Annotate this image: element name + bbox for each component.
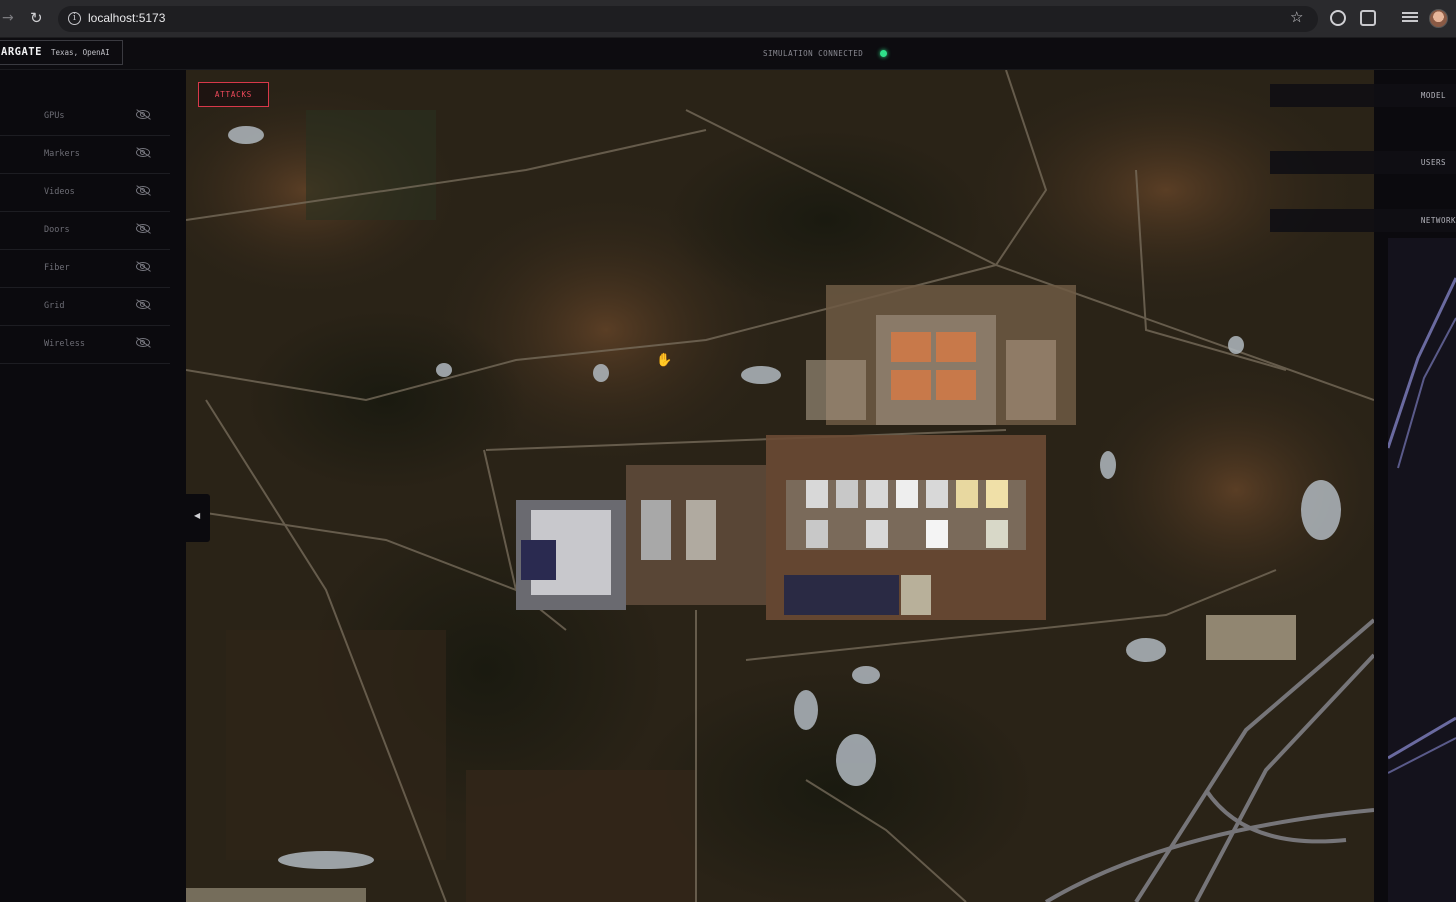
- layer-label: Grid: [44, 301, 65, 311]
- address-bar[interactable]: i localhost:5173: [58, 6, 1318, 32]
- layer-label: Doors: [44, 225, 70, 235]
- eye-off-icon[interactable]: [136, 110, 150, 119]
- eye-off-icon[interactable]: [136, 224, 150, 233]
- tab-users-label: USERS: [1420, 158, 1446, 167]
- satellite-map[interactable]: [186, 70, 1374, 902]
- brand-box[interactable]: ARGATE Texas, OpenAI: [0, 40, 123, 65]
- eye-off-icon[interactable]: [136, 186, 150, 195]
- layer-label: Videos: [44, 187, 75, 197]
- minimap[interactable]: [1388, 238, 1456, 902]
- browser-toolbar: → ↻ i localhost:5173 ☆: [0, 0, 1456, 38]
- tab-model-label: MODEL: [1420, 91, 1446, 100]
- reload-icon[interactable]: ↻: [30, 9, 43, 27]
- attacks-button[interactable]: ATTACKS: [198, 82, 269, 107]
- simulation-status: SIMULATION CONNECTED: [763, 49, 864, 58]
- eye-off-icon[interactable]: [136, 338, 150, 347]
- minimap-roads: [1388, 277, 1456, 774]
- status-indicator-dot: [880, 50, 887, 57]
- layer-label: GPUs: [44, 111, 65, 121]
- layer-row-grid[interactable]: Grid: [0, 288, 170, 326]
- tab-users[interactable]: USERS: [1270, 151, 1456, 174]
- reading-list-icon[interactable]: [1402, 10, 1418, 26]
- eye-off-icon[interactable]: [136, 262, 150, 271]
- grab-cursor-icon: ✋: [656, 353, 673, 368]
- layer-label: Fiber: [44, 263, 70, 273]
- layer-row-videos[interactable]: Videos: [0, 174, 170, 212]
- layer-row-doors[interactable]: Doors: [0, 212, 170, 250]
- puzzle-icon[interactable]: [1360, 10, 1376, 26]
- eye-off-icon[interactable]: [136, 148, 150, 157]
- layer-label: Wireless: [44, 339, 85, 349]
- tab-network[interactable]: NETWORK: [1270, 209, 1456, 232]
- layer-row-markers[interactable]: Markers: [0, 136, 170, 174]
- avatar[interactable]: [1429, 9, 1448, 28]
- layer-row-gpus[interactable]: GPUs: [0, 98, 170, 136]
- eye-off-icon[interactable]: [136, 300, 150, 309]
- forward-icon[interactable]: →: [2, 10, 14, 26]
- brand-location: Texas, OpenAI: [51, 48, 110, 57]
- satellite-imagery: [186, 70, 1374, 902]
- layer-row-fiber[interactable]: Fiber: [0, 250, 170, 288]
- tab-model[interactable]: MODEL: [1270, 84, 1456, 107]
- layers-sidebar: GPUs Markers Videos Doors Fiber Grid Wir…: [0, 70, 186, 902]
- info-icon[interactable]: i: [68, 12, 81, 25]
- star-icon[interactable]: ☆: [1290, 8, 1303, 26]
- collapse-sidebar-button[interactable]: ◀: [186, 494, 210, 542]
- extension-icon[interactable]: [1330, 10, 1346, 26]
- tab-network-label: NETWORK: [1420, 216, 1456, 225]
- layer-label: Markers: [44, 149, 80, 159]
- chevron-left-icon: ◀: [194, 511, 201, 520]
- url-text[interactable]: localhost:5173: [88, 11, 165, 25]
- brand-name: ARGATE: [1, 46, 42, 58]
- layer-row-wireless[interactable]: Wireless: [0, 326, 170, 364]
- app-header: ARGATE Texas, OpenAI SIMULATION CONNECTE…: [0, 38, 1456, 70]
